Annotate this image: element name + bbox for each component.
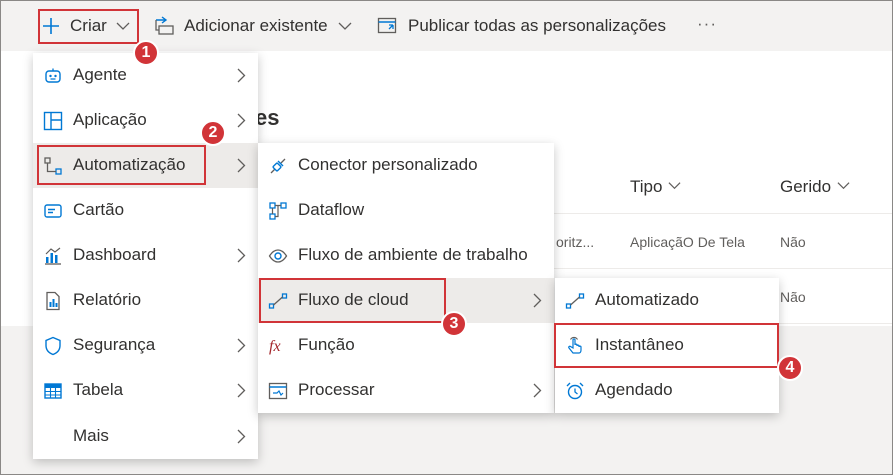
callout-box-create — [38, 9, 139, 44]
chevron-right-icon — [237, 248, 246, 263]
process-icon — [268, 381, 288, 401]
menu-item-seguranca[interactable]: Segurança — [33, 323, 258, 368]
chevron-down-icon — [668, 177, 681, 197]
menu-item-label: Dashboard — [73, 245, 157, 264]
step-badge-4: 4 — [777, 355, 803, 381]
menu-item-fluxo-ambiente-trabalho[interactable]: Fluxo de ambiente de trabalho — [258, 233, 554, 278]
connector-icon — [268, 156, 288, 176]
menu-item-funcao[interactable]: fx Função — [258, 323, 554, 368]
menu-item-dashboard[interactable]: Dashboard — [33, 233, 258, 278]
column-label: Gerido — [780, 177, 832, 196]
table-cell-gerido: Não — [780, 289, 806, 305]
menu-item-label: Processar — [298, 380, 375, 399]
menu-item-label: Relatório — [73, 290, 142, 309]
step-badge-1: 1 — [133, 40, 159, 66]
menu-item-label: Agente — [73, 65, 127, 84]
callout-box-cloud-flow — [259, 278, 446, 323]
chevron-right-icon — [237, 383, 246, 398]
menu-item-tabela[interactable]: Tabela — [33, 368, 258, 413]
more-commands-button[interactable]: ··· — [697, 9, 717, 39]
menu-item-agendado[interactable]: Agendado — [555, 368, 779, 413]
menu-item-label: Mais — [73, 426, 109, 445]
page-title: es — [255, 105, 280, 130]
add-existing-icon — [153, 16, 175, 36]
agent-icon — [43, 66, 63, 86]
menu-item-label: Tabela — [73, 380, 124, 399]
table-cell-name[interactable]: oritz... — [556, 234, 594, 250]
chevron-right-icon — [237, 113, 246, 128]
chevron-right-icon — [237, 158, 246, 173]
alarm-clock-icon — [565, 381, 585, 401]
callout-box-automation — [37, 145, 206, 185]
menu-item-label: Aplicação — [73, 110, 147, 129]
chevron-down-icon — [338, 19, 352, 33]
eye-icon — [268, 246, 288, 266]
step-badge-3: 3 — [441, 311, 467, 337]
column-header-tipo[interactable]: Tipo — [630, 177, 681, 197]
publish-all-button[interactable]: Publicar todas as personalizações — [377, 11, 666, 41]
more-icon: ··· — [697, 14, 717, 33]
menu-item-cartao[interactable]: Cartão — [33, 188, 258, 233]
callout-box-instant — [554, 323, 779, 368]
chevron-right-icon — [533, 293, 542, 308]
report-icon — [43, 291, 63, 311]
menu-item-dataflow[interactable]: Dataflow — [258, 188, 554, 233]
menu-item-automatizado[interactable]: Automatizado — [555, 278, 779, 323]
app-icon — [43, 111, 63, 131]
menu-item-label: Fluxo de ambiente de trabalho — [298, 245, 528, 264]
menu-item-processar[interactable]: Processar — [258, 368, 554, 413]
add-existing-label: Adicionar existente — [184, 16, 328, 35]
fx-icon: fx — [268, 336, 288, 356]
app-frame: Criar Adicionar existente Publicar todas… — [0, 0, 893, 475]
publish-icon — [377, 16, 399, 36]
dashboard-icon — [43, 246, 63, 266]
card-icon — [43, 201, 63, 221]
svg-text:fx: fx — [269, 338, 281, 355]
chevron-right-icon — [237, 68, 246, 83]
menu-item-conector-personalizado[interactable]: Conector personalizado — [258, 143, 554, 188]
column-label: Tipo — [630, 177, 663, 196]
menu-item-mais[interactable]: Mais — [33, 414, 258, 459]
column-header-gerido[interactable]: Gerido — [780, 177, 850, 197]
menu-item-label: Função — [298, 335, 355, 354]
table-cell-gerido: Não — [780, 234, 806, 250]
add-existing-button[interactable]: Adicionar existente — [153, 11, 352, 41]
automated-flow-icon — [565, 291, 585, 311]
table-icon — [43, 381, 63, 401]
table-cell-tipo: AplicaçãO De Tela — [630, 234, 745, 250]
dataflow-icon — [268, 201, 288, 221]
menu-item-label: Segurança — [73, 335, 156, 354]
shield-icon — [43, 336, 63, 356]
chevron-right-icon — [533, 383, 542, 398]
publish-label: Publicar todas as personalizações — [408, 16, 666, 35]
menu-item-label: Agendado — [595, 380, 673, 399]
chevron-right-icon — [237, 338, 246, 353]
menu-item-label: Dataflow — [298, 200, 365, 219]
menu-item-relatorio[interactable]: Relatório — [33, 278, 258, 323]
chevron-right-icon — [237, 429, 246, 444]
step-badge-2: 2 — [200, 120, 226, 146]
menu-item-label: Cartão — [73, 200, 125, 219]
create-menu: Agente Aplicação Automatização Cartão Da… — [33, 53, 258, 459]
menu-item-label: Automatizado — [595, 290, 699, 309]
chevron-down-icon — [837, 177, 850, 197]
menu-item-label: Conector personalizado — [298, 155, 478, 174]
